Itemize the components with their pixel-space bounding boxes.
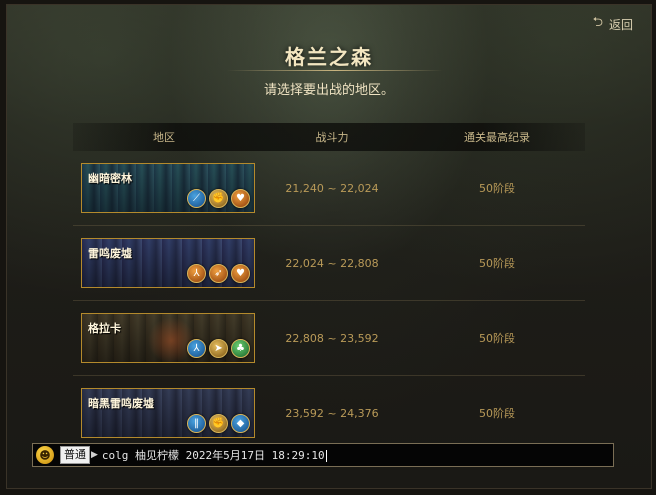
best-record: 50阶段 [479,182,515,195]
page-title: 格兰之森 [285,45,373,69]
orange-heart-icon: ♥ [231,264,250,283]
channel-arrow-icon[interactable]: ▶ [91,450,98,460]
best-record: 50阶段 [479,407,515,420]
best-record: 50阶段 [479,257,515,270]
blue-diamond-icon: ◆ [231,414,250,433]
zone-attribute-icons: ⅄ ➤ ♣ [187,339,250,358]
return-arrow-icon: ⮌ [592,15,603,30]
best-record: 50阶段 [479,332,515,345]
zone-attribute-icons: ‖ ✊ ◆ [187,414,250,433]
orange-heart-icon: ♥ [231,189,250,208]
table-row[interactable]: 暗黑雷鸣废墟 ‖ ✊ ◆ 23,592 ~ 24,376 50阶段 [73,376,585,450]
blue-tri-icon: ⅄ [187,339,206,358]
table-row[interactable]: 雷鸣废墟 ⅄ ➶ ♥ 22,024 ~ 22,808 50阶段 [73,226,585,301]
zone-attribute-icons: ⅄ ➶ ♥ [187,264,250,283]
power-range: 23,592 ~ 24,376 [285,406,379,420]
region-cell: 幽暗密林 ⟋ ✊ ♥ [73,163,255,213]
region-cell: 格拉卡 ⅄ ➤ ♣ [73,313,255,363]
chat-channel-selector[interactable]: 普通 [60,446,90,464]
emoji-face-icon[interactable]: ☻ [36,446,54,464]
table-header: 地区 战斗力 通关最高纪录 [73,123,585,151]
back-label: 返回 [608,17,633,32]
zone-name: 格拉卡 [88,322,121,335]
text-caret [325,450,327,462]
table-row[interactable]: 幽暗密林 ⟋ ✊ ♥ 21,240 ~ 22,024 50阶段 [73,151,585,226]
gold-fist-icon: ✊ [209,414,228,433]
page-subtitle: 请选择要出战的地区。 [263,83,394,98]
table-row[interactable]: 格拉卡 ⅄ ➤ ♣ 22,808 ~ 23,592 50阶段 [73,301,585,376]
region-cell: 雷鸣废墟 ⅄ ➶ ♥ [73,238,255,288]
zone-card-grakka[interactable]: 格拉卡 ⅄ ➤ ♣ [81,313,255,363]
zone-attribute-icons: ⟋ ✊ ♥ [187,189,250,208]
column-header-record: 通关最高纪录 [464,131,530,144]
gold-fist-icon: ✊ [209,189,228,208]
green-clover-icon: ♣ [231,339,250,358]
column-header-region: 地区 [153,131,175,144]
blue-pillar-icon: ‖ [187,414,206,433]
power-range: 22,024 ~ 22,808 [285,256,379,270]
chat-input-bar[interactable]: ☻ 普通 ▶ colg 柚见柠檬 2022年5月17日 18:29:10 [32,443,614,467]
zone-card-dark-forest[interactable]: 幽暗密林 ⟋ ✊ ♥ [81,163,255,213]
back-button[interactable]: ⮌ 返回 [593,13,633,35]
zone-card-dark-thunder-ruins[interactable]: 暗黑雷鸣废墟 ‖ ✊ ◆ [81,388,255,438]
zone-name: 暗黑雷鸣废墟 [88,397,154,410]
title-divider [227,70,443,71]
dungeon-select-window: ⮌ 返回 格兰之森 请选择要出战的地区。 地区 战斗力 通关最高纪录 幽暗密林 … [6,4,652,489]
power-range: 21,240 ~ 22,024 [285,181,379,195]
zone-name: 幽暗密林 [88,172,132,185]
chat-input-text[interactable]: colg 柚见柠檬 2022年5月17日 18:29:10 [102,447,327,463]
column-header-power: 战斗力 [315,131,349,144]
zone-card-thunder-ruins[interactable]: 雷鸣废墟 ⅄ ➶ ♥ [81,238,255,288]
orange-tri-icon: ⅄ [187,264,206,283]
orange-dash-icon: ➶ [209,264,228,283]
gold-wing-icon: ➤ [209,339,228,358]
zone-name: 雷鸣废墟 [88,247,132,260]
zone-table: 地区 战斗力 通关最高纪录 幽暗密林 ⟋ ✊ ♥ 21,240 ~ 22,024… [73,123,585,450]
power-range: 22,808 ~ 23,592 [285,331,379,345]
blue-slash-icon: ⟋ [187,189,206,208]
region-cell: 暗黑雷鸣废墟 ‖ ✊ ◆ [73,388,255,438]
